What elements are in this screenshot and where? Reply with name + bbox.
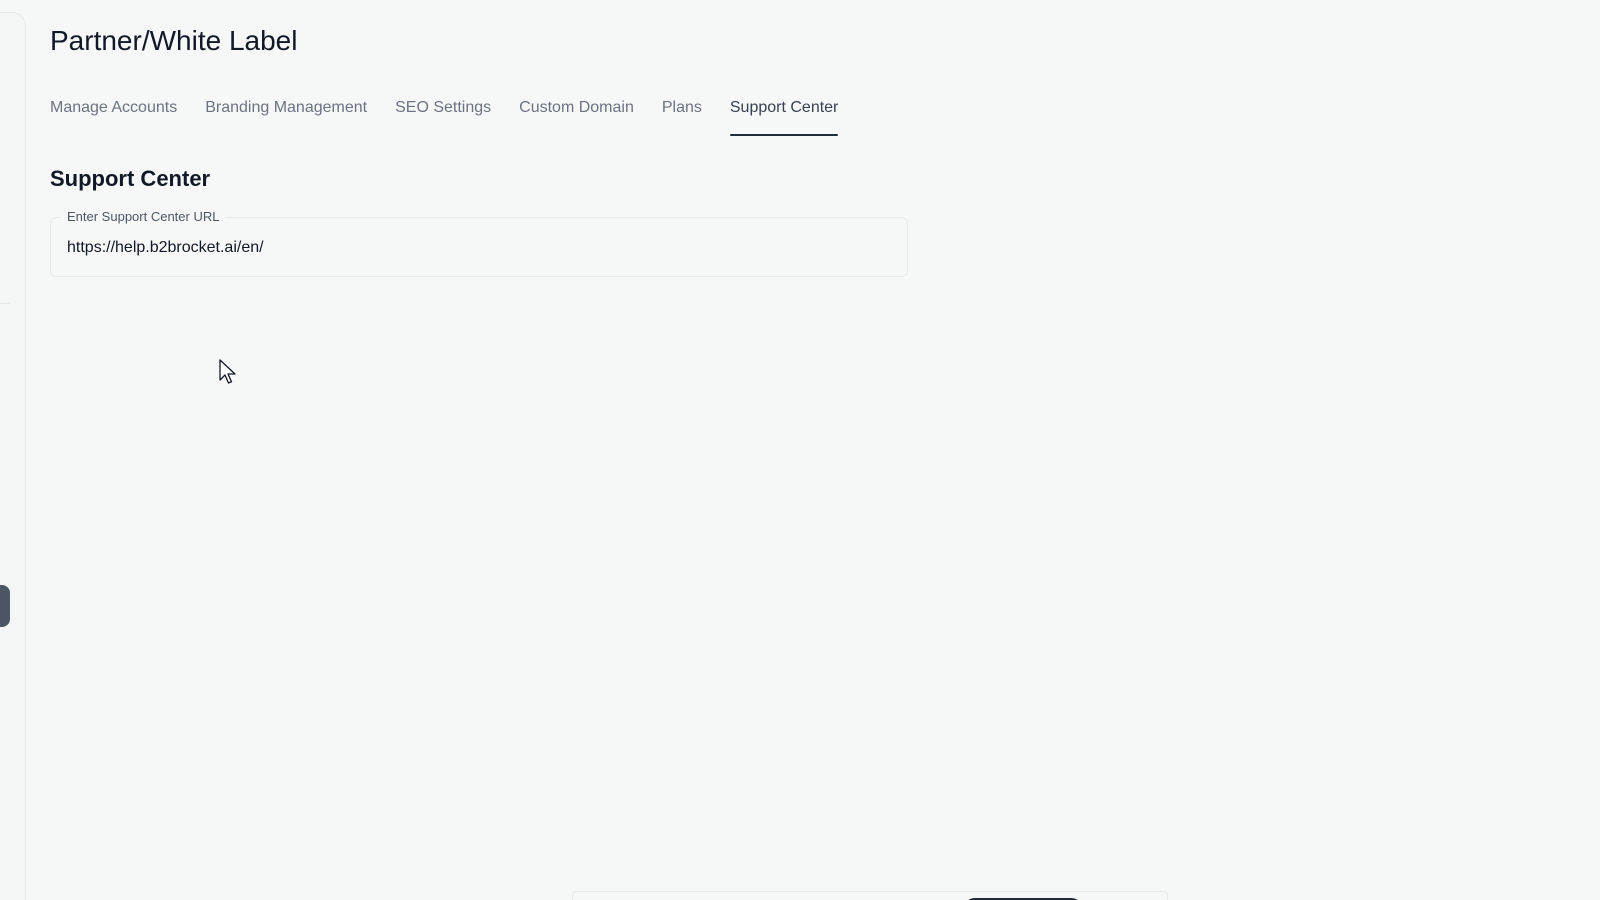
tab-seo-settings[interactable]: SEO Settings (395, 96, 491, 136)
bottom-panel (572, 891, 1168, 900)
section-title: Support Center (50, 166, 211, 191)
main-content: Partner/White Label Manage Accounts Bran… (50, 0, 1570, 900)
support-url-label: Enter Support Center URL (61, 209, 226, 224)
tab-support-center[interactable]: Support Center (729, 96, 838, 136)
tab-bar: Manage Accounts Branding Management SEO … (50, 96, 838, 136)
sidebar-active-indicator[interactable] (0, 585, 10, 627)
support-url-input[interactable] (67, 236, 887, 260)
tab-branding-management[interactable]: Branding Management (205, 96, 367, 136)
app-window: ⋯ Partner/White Label Manage Accounts Br… (0, 0, 1600, 900)
sidebar: ⋯ (0, 12, 26, 900)
support-url-field: Enter Support Center URL (50, 209, 908, 277)
tab-custom-domain[interactable]: Custom Domain (519, 96, 634, 136)
mouse-pointer-icon (219, 359, 236, 384)
tab-manage-accounts[interactable]: Manage Accounts (50, 96, 177, 136)
sidebar-divider (0, 303, 10, 304)
page-title: Partner/White Label (50, 25, 298, 56)
tab-plans[interactable]: Plans (662, 96, 702, 136)
